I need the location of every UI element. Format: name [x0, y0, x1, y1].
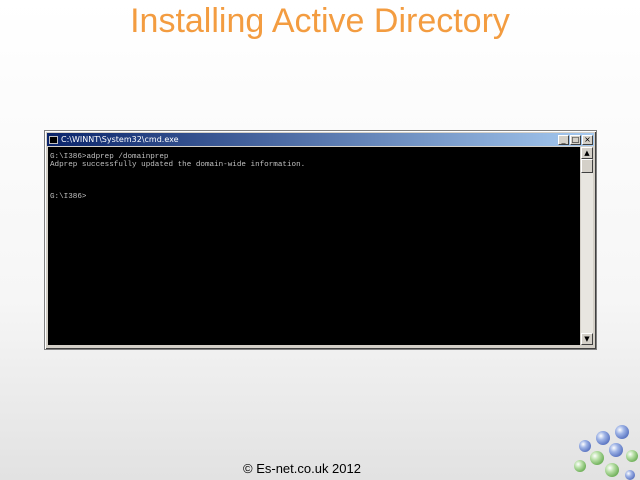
console-line: Adprep successfully updated the domain-w…: [50, 161, 306, 169]
copyright-footer: © Es-net.co.uk 2012: [243, 461, 361, 476]
cmd-window[interactable]: C:\WINNT\System32\cmd.exe _ □ × G:\I386>…: [44, 130, 597, 350]
scroll-thumb[interactable]: [581, 159, 593, 173]
console-output[interactable]: G:\I386>adprep /domainprep Adprep succes…: [48, 147, 580, 345]
console-line: G:\I386>adprep /domainprep: [50, 153, 169, 161]
window-title: C:\WINNT\System32\cmd.exe: [61, 135, 179, 144]
window-controls: _ □ ×: [557, 134, 593, 145]
vertical-scrollbar[interactable]: ▲ ▼: [581, 147, 593, 345]
close-button[interactable]: ×: [582, 134, 593, 145]
maximize-button[interactable]: □: [570, 134, 581, 145]
slide-title: Installing Active Directory: [130, 2, 510, 40]
console-prompt[interactable]: G:\I386>: [50, 193, 578, 201]
bubble-logo-icon: [574, 425, 638, 480]
cmd-app-icon[interactable]: [49, 135, 58, 144]
minimize-button[interactable]: _: [558, 134, 569, 145]
scroll-up-button[interactable]: ▲: [581, 147, 593, 159]
window-titlebar[interactable]: C:\WINNT\System32\cmd.exe _ □ ×: [47, 133, 594, 146]
scroll-down-button[interactable]: ▼: [581, 333, 593, 345]
